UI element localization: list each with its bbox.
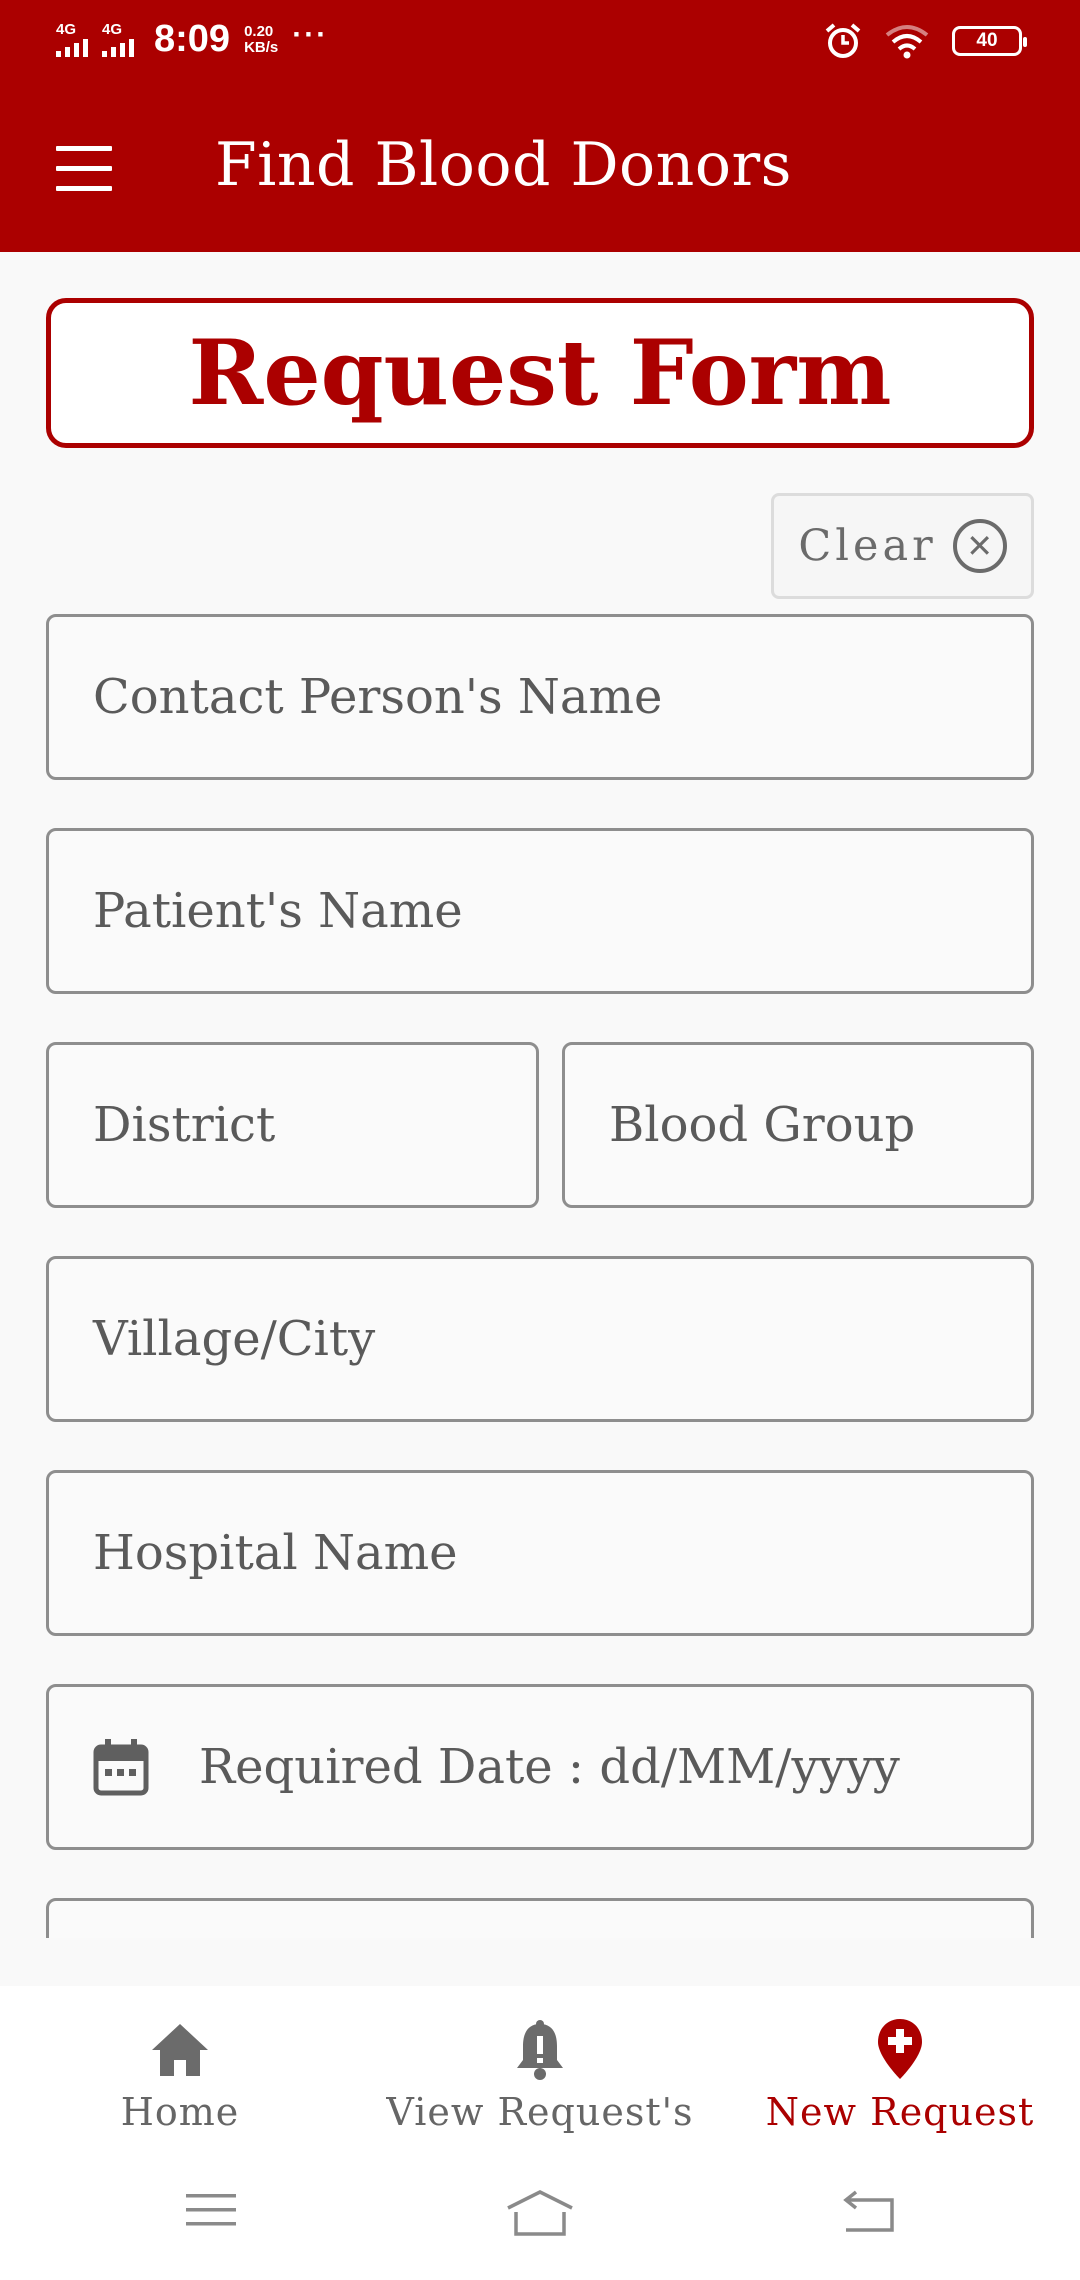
system-navigation-bar	[0, 2150, 1080, 2280]
speed-unit: KB/s	[244, 38, 279, 56]
network-type-2: 4G	[102, 21, 123, 38]
location-plus-icon	[878, 2019, 922, 2079]
network-type-1: 4G	[56, 21, 77, 38]
blood-group-select[interactable]: Blood Group	[562, 1042, 1034, 1208]
clear-button-label: Clear	[798, 521, 937, 571]
back-icon[interactable]	[842, 2190, 896, 2234]
district-select[interactable]: District	[46, 1042, 539, 1208]
network-indicator-2: 4G	[102, 22, 134, 57]
network-speed: 0.20 KB/s	[244, 22, 279, 56]
alarm-icon	[825, 23, 861, 58]
more-notifications-icon: ···	[292, 17, 329, 51]
bottom-navigation: Home View Request's New Request	[0, 1986, 1080, 2150]
home-icon	[152, 2024, 208, 2076]
contact-name-placeholder: Contact Person's Name	[93, 669, 663, 725]
nav-item-new-request[interactable]: New Request	[720, 1986, 1080, 2150]
signal-icon	[56, 37, 88, 57]
network-indicator-1: 4G	[56, 22, 88, 57]
required-date-input[interactable]: Required Date : dd/MM/yyyy	[46, 1684, 1034, 1850]
battery-icon: 40	[952, 26, 1027, 56]
calendar-icon	[93, 1739, 149, 1796]
patient-name-input[interactable]: Patient's Name	[46, 828, 1034, 994]
form-title-box: Request Form	[46, 298, 1034, 448]
app-title: Find Blood Donors	[215, 130, 792, 200]
hospital-name-input[interactable]: Hospital Name	[46, 1470, 1034, 1636]
required-date-placeholder: Required Date : dd/MM/yyyy	[199, 1739, 900, 1795]
wifi-icon	[885, 25, 929, 59]
village-city-placeholder: Village/City	[93, 1311, 376, 1367]
home-system-icon[interactable]	[504, 2190, 576, 2238]
nav-label-view-requests: View Request's	[386, 2090, 694, 2134]
status-time: 8:09	[154, 18, 231, 60]
nav-item-home[interactable]: Home	[0, 1986, 360, 2150]
close-circle-icon: ✕	[952, 519, 1007, 573]
hospital-name-placeholder: Hospital Name	[93, 1525, 458, 1581]
patient-name-placeholder: Patient's Name	[93, 883, 463, 939]
district-placeholder: District	[93, 1097, 276, 1153]
status-bar: 4G 4G 8:09 0.20 KB/s ··· 40	[0, 0, 1080, 86]
contact-name-input[interactable]: Contact Person's Name	[46, 614, 1034, 780]
battery-level: 40	[976, 30, 998, 51]
nav-label-home: Home	[120, 2090, 240, 2134]
signal-icon	[102, 37, 134, 57]
nav-label-new-request: New Request	[765, 2090, 1035, 2134]
recent-apps-icon[interactable]	[184, 2190, 238, 2230]
hamburger-menu-icon[interactable]	[56, 146, 112, 191]
bell-icon	[517, 2020, 563, 2080]
village-city-input[interactable]: Village/City	[46, 1256, 1034, 1422]
form-title: Request Form	[188, 320, 892, 426]
app-bar: Find Blood Donors	[0, 86, 1080, 252]
clear-button[interactable]: Clear ✕	[771, 493, 1034, 599]
scroll-clip	[0, 1938, 1080, 1986]
speed-value: 0.20	[244, 22, 274, 40]
nav-item-view-requests[interactable]: View Request's	[360, 1986, 720, 2150]
blood-group-placeholder: Blood Group	[609, 1097, 916, 1153]
